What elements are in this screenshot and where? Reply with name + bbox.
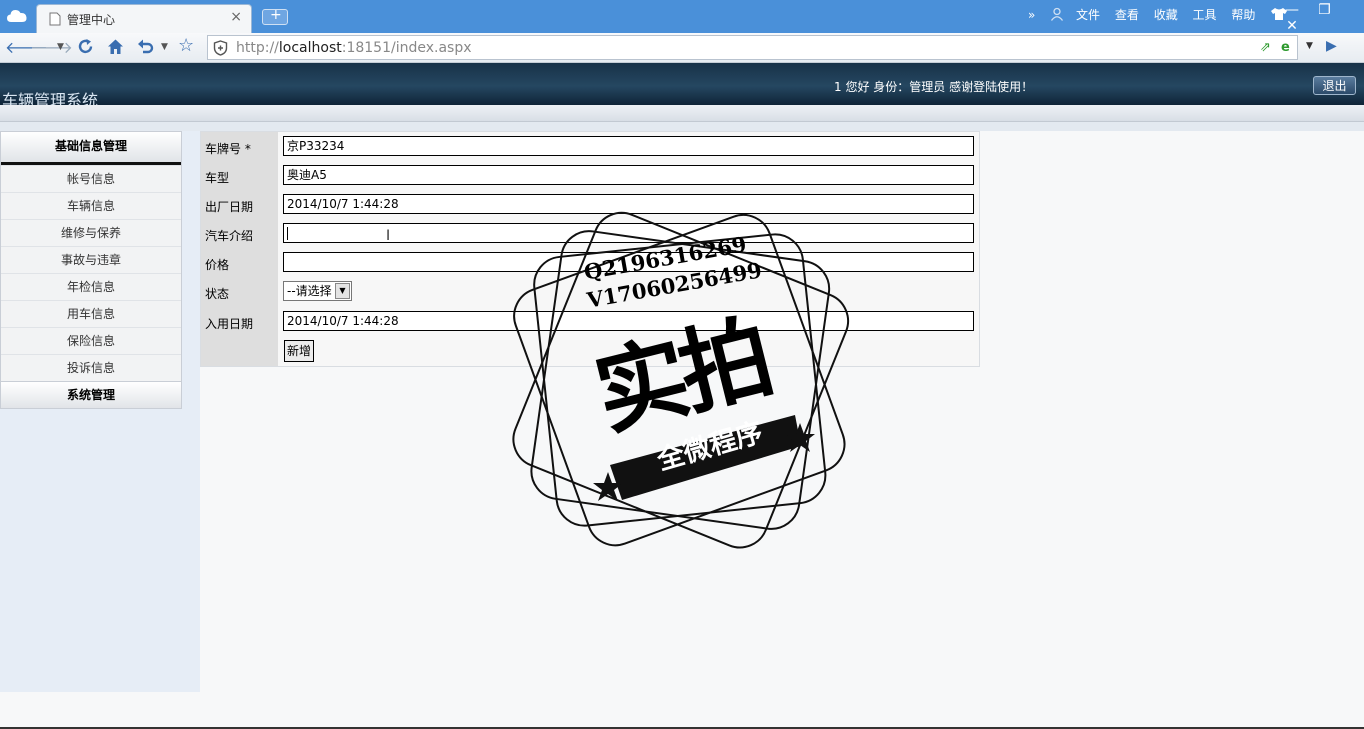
window-controls: — ❐ ✕ [1278, 2, 1364, 34]
chevron-down-icon[interactable]: ▼ [335, 283, 350, 299]
sidebar-item-insurance[interactable]: 保险信息 [1, 327, 181, 354]
sidebar-item-usage[interactable]: 用车信息 [1, 300, 181, 327]
plate-label: 车牌号 * [205, 142, 251, 156]
new-tab-button[interactable]: + [262, 7, 288, 25]
header-strip [0, 105, 1364, 122]
tab-close-icon[interactable]: × [230, 9, 242, 25]
ie-icon[interactable]: e [1281, 40, 1290, 55]
text-caret [287, 227, 288, 240]
sidebar-group-system[interactable]: 系统管理 [1, 381, 181, 408]
address-dropdown-icon[interactable]: ▼ [1306, 41, 1313, 51]
sidebar-item-accidents[interactable]: 事故与违章 [1, 246, 181, 273]
factory-date-label: 出厂日期 [205, 200, 254, 214]
use-date-label: 入用日期 [205, 317, 254, 331]
forward-dropdown-icon[interactable]: ▼ [57, 42, 64, 52]
price-label: 价格 [205, 258, 230, 272]
model-label: 车型 [205, 171, 230, 185]
user-icon[interactable] [1050, 7, 1064, 21]
undo-icon[interactable] [137, 38, 154, 55]
sidebar-item-accounts[interactable]: 帐号信息 [1, 165, 181, 192]
status-selected-value: --请选择 [287, 284, 332, 298]
model-input[interactable]: 奥迪A5 [283, 165, 974, 185]
sidebar: 基础信息管理 帐号信息 车辆信息 维修与保养 事故与违章 年检信息 用车信息 保… [0, 131, 200, 692]
plate-input[interactable]: 京P33234 [283, 136, 974, 156]
page-icon [49, 12, 61, 26]
ibeam-cursor-icon: I [386, 228, 391, 244]
header-strip-lower [0, 122, 1364, 131]
sidebar-panel: 基础信息管理 帐号信息 车辆信息 维修与保养 事故与违章 年检信息 用车信息 保… [0, 131, 182, 409]
cloud-icon[interactable] [6, 7, 28, 25]
go-icon[interactable]: ▶ [1326, 38, 1337, 54]
form-row-model: 车型 奥迪A5 [201, 161, 979, 190]
forward-icon[interactable]: 🡒 [30, 37, 73, 57]
refresh-icon[interactable] [77, 38, 94, 55]
status-select[interactable]: --请选择 ▼ [283, 281, 352, 301]
status-label: 状态 [205, 287, 230, 301]
browser-menu: » 文件 查看 收藏 工具 帮助 [1028, 6, 1288, 23]
menu-file[interactable]: 文件 [1076, 6, 1100, 23]
shield-icon [213, 40, 228, 56]
sidebar-item-complaints[interactable]: 投诉信息 [1, 354, 181, 381]
sidebar-item-vehicles[interactable]: 车辆信息 [1, 192, 181, 219]
sidebar-item-inspection[interactable]: 年检信息 [1, 273, 181, 300]
undo-dropdown-icon[interactable]: ▼ [161, 42, 168, 52]
minimize-icon[interactable]: — [1278, 2, 1306, 18]
plus-icon: + [270, 7, 282, 23]
menu-more-icon[interactable]: » [1028, 8, 1035, 22]
logout-button[interactable]: 退出 [1313, 76, 1356, 95]
menu-help[interactable]: 帮助 [1231, 6, 1255, 23]
address-url[interactable]: http://localhost:18151/index.aspx [236, 40, 472, 56]
home-icon[interactable] [107, 38, 124, 55]
add-button[interactable]: 新增 [284, 340, 315, 362]
user-greeting: 1 您好 身份：管理员 感谢登陆使用！ [834, 80, 1034, 94]
form-row-plate: 车牌号 * 京P33234 [201, 132, 979, 161]
share-icon[interactable]: ⇗ [1260, 40, 1271, 55]
menu-favorites[interactable]: 收藏 [1154, 6, 1178, 23]
sidebar-item-maintenance[interactable]: 维修与保养 [1, 219, 181, 246]
close-window-icon[interactable]: ✕ [1278, 18, 1306, 34]
browser-tab-active[interactable]: 管理中心 × [36, 4, 252, 33]
restore-icon[interactable]: ❐ [1310, 2, 1338, 18]
address-bar[interactable]: http://localhost:18151/index.aspx ⇗ e [207, 35, 1298, 60]
site-header: 车辆管理系统 1 您好 身份：管理员 感谢登陆使用！ 退出 [0, 63, 1364, 110]
favorite-star-icon[interactable]: ☆ [178, 35, 194, 56]
browser-nav-bar: 🡐 🡒 ▼ ▼ ☆ http://localhost:18151/index.a… [0, 33, 1364, 63]
tab-title: 管理中心 [67, 13, 116, 27]
intro-label: 汽车介绍 [205, 229, 254, 243]
menu-tools[interactable]: 工具 [1193, 6, 1217, 23]
sidebar-group-basic-info[interactable]: 基础信息管理 [1, 132, 181, 165]
browser-tab-bar: 管理中心 × + » 文件 查看 收藏 工具 帮助 — ❐ ✕ [0, 0, 1364, 34]
menu-view[interactable]: 查看 [1115, 6, 1139, 23]
